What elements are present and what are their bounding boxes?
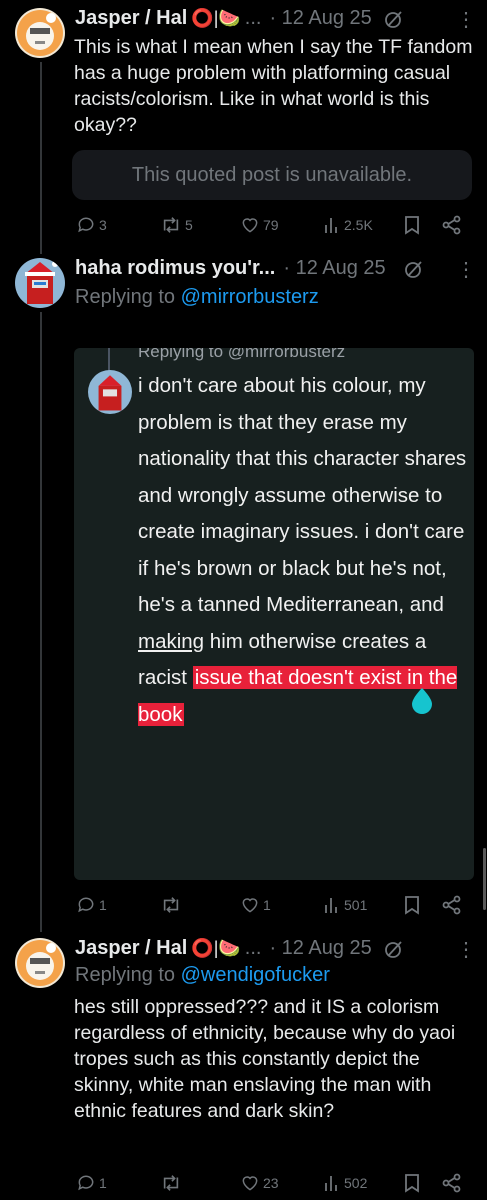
post-header: Jasper / Hal ⭕|🍉 ... · 12 Aug 25 [75,7,404,30]
like-button[interactable]: 1 [240,895,271,915]
replying-handle[interactable]: @mirrorbusterz [181,286,319,308]
repost-icon [163,1175,179,1191]
bookmark-icon [405,216,419,235]
reply-count: 1 [99,897,107,913]
more-icon[interactable]: ⋮ [456,257,476,282]
attached-screenshot[interactable]: Replying to @mirrorbusterz i don't care … [74,348,474,880]
like-icon [242,218,258,233]
views-icon [325,1176,337,1191]
embed-replying-line: Replying to @mirrorbusterz [138,348,346,361]
repost-icon [163,897,179,913]
author-name[interactable]: Jasper / Hal [75,7,187,30]
more-icon[interactable]: ⋮ [456,937,476,962]
like-button[interactable]: 79 [240,215,279,235]
views-icon [325,218,337,233]
avatar-jasper-image [15,8,65,58]
bookmark-button[interactable] [404,895,420,915]
like-count: 79 [263,217,279,233]
quoted-unavailable-text: This quoted post is unavailable. [131,163,413,186]
name-emojis: ⭕|🍉 [191,8,241,28]
views-icon [325,898,337,913]
repost-icon [163,217,179,233]
replying-to: Replying to @wendigofucker [75,964,330,987]
reply-icon [78,217,94,233]
views-button[interactable]: 502 [323,1173,367,1193]
like-button[interactable]: 23 [240,1173,279,1193]
views-count: 2.5K [344,217,373,233]
avatar[interactable] [15,8,65,58]
name-ellipsis: ... [244,937,262,959]
like-icon [242,1176,258,1191]
share-button[interactable] [442,895,462,915]
action-bar: 1 1 501 [0,892,487,918]
post-date[interactable]: · 12 Aug 25 [283,257,385,280]
post-header: Jasper / Hal ⭕|🍉 ... · 12 Aug 25 [75,937,404,960]
bookmark-icon [405,1174,419,1193]
author-name[interactable]: haha rodimus you'r... [75,257,275,280]
grok-icon[interactable] [404,259,424,279]
more-icon[interactable]: ⋮ [456,7,476,32]
embed-avatar [88,370,132,414]
reply-count: 3 [99,217,107,233]
post-date[interactable]: · 12 Aug 25 [269,937,371,960]
repost-button[interactable] [160,1173,182,1193]
grok-icon[interactable] [384,939,404,959]
views-count: 502 [344,1175,368,1191]
replying-to: Replying to @mirrorbusterz [75,286,319,309]
reply-icon [78,1175,94,1191]
replying-handle[interactable]: @wendigofucker [181,964,330,986]
name-ellipsis: ... [244,7,262,29]
share-button[interactable] [442,215,462,235]
embed-text: i don't care about his colour, my proble… [138,368,468,733]
post-header: haha rodimus you'r... · 12 Aug 25 [75,257,424,280]
avatar-rodimus-image [15,258,65,308]
quoted-post-unavailable: This quoted post is unavailable. [72,150,472,200]
post-text: This is what I mean when I say the TF fa… [74,36,473,136]
share-icon [442,215,461,235]
selection-handle-icon [412,688,432,714]
repost-count: 5 [185,217,193,233]
post-text: hes still oppressed??? and it IS a color… [74,996,456,1122]
action-bar: 3 5 79 2.5K [0,212,487,238]
name-emojis: ⭕|🍉 [191,938,241,958]
reply-button[interactable]: 1 [76,1173,107,1193]
bookmark-icon [405,896,419,915]
like-count: 1 [263,897,271,913]
reply-button[interactable]: 3 [76,215,107,235]
like-icon [242,898,258,913]
embed-avatar-image [88,370,132,414]
avatar[interactable] [15,938,65,988]
post-date[interactable]: · 12 Aug 25 [269,7,371,30]
scrollbar[interactable] [483,848,486,910]
views-button[interactable]: 2.5K [323,215,373,235]
repost-button[interactable] [160,895,182,915]
repost-button[interactable]: 5 [160,215,193,235]
reply-icon [78,897,94,913]
share-icon [442,895,461,915]
reply-button[interactable]: 1 [76,895,107,915]
avatar-jasper-image [15,938,65,988]
bookmark-button[interactable] [404,1173,420,1193]
replying-prefix: Replying to [75,964,176,986]
share-button[interactable] [442,1173,462,1193]
thread-line [40,312,42,932]
grok-icon[interactable] [384,9,404,29]
replying-prefix: Replying to [75,286,176,308]
embed-text-plain: i don't care about his colour, my proble… [138,374,467,616]
views-button[interactable]: 501 [323,895,367,915]
avatar[interactable] [15,258,65,308]
embed-text-underlined: making [138,629,205,653]
views-count: 501 [344,897,368,913]
action-bar: 1 23 502 [0,1170,487,1196]
share-icon [442,1173,461,1193]
author-name[interactable]: Jasper / Hal [75,937,187,960]
like-count: 23 [263,1175,279,1191]
bookmark-button[interactable] [404,215,420,235]
reply-count: 1 [99,1175,107,1191]
